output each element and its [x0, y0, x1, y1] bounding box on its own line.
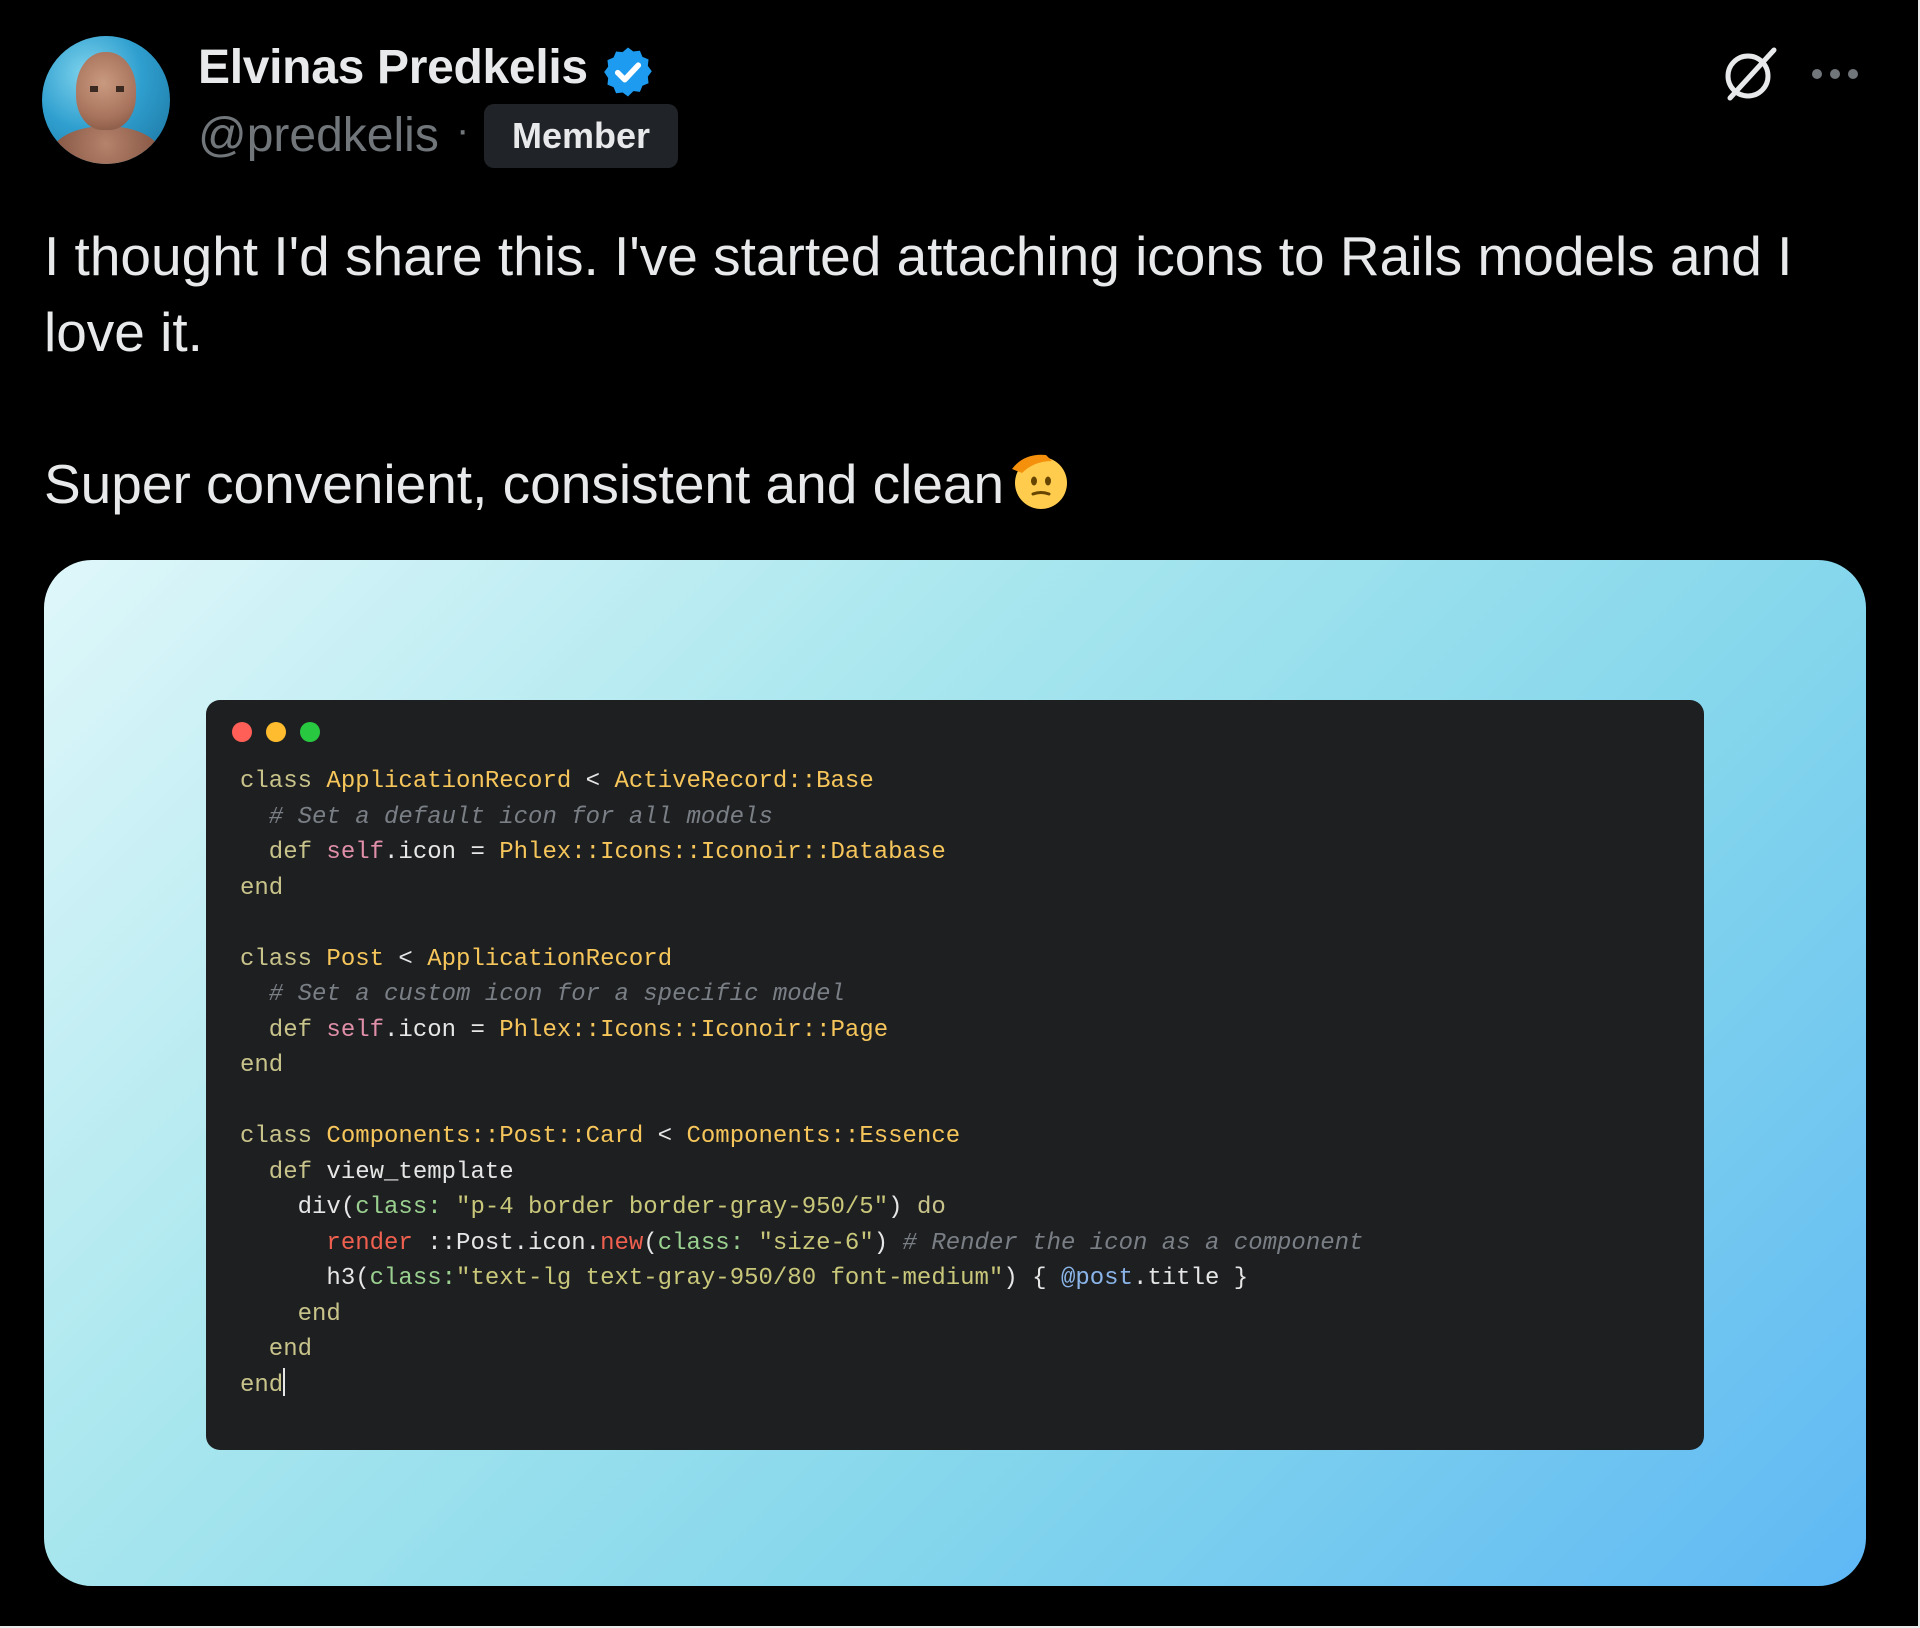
code-line: div(class: "p-4 border border-gray-950/5… [240, 1190, 1363, 1226]
code-token: .title } [1132, 1265, 1249, 1292]
tweet-paragraph-1: I thought I'd share this. I've started a… [44, 225, 1793, 363]
grok-icon[interactable] [1720, 44, 1780, 104]
code-token: Components::Post::Card [326, 1123, 644, 1150]
code-token: ) { [1003, 1265, 1061, 1292]
code-token: def [240, 839, 327, 866]
close-dot-icon [232, 722, 252, 742]
code-token: @post [1060, 1265, 1133, 1292]
code-editor-window: class ApplicationRecord < ActiveRecord::… [206, 700, 1704, 1450]
separator-dot: · [456, 108, 470, 152]
code-token: "text-lg text-gray-950/80 font-medium" [456, 1265, 1004, 1292]
code-token: Phlex::Icons::Iconoir::Page [499, 1016, 889, 1044]
member-badge[interactable]: Member [484, 104, 678, 168]
code-token: class [240, 768, 327, 795]
code-token: Post [326, 945, 385, 973]
code-token: h3( [240, 1265, 370, 1292]
code-token: class: [355, 1194, 442, 1221]
code-token: ) [873, 1229, 903, 1257]
code-token: .icon = [384, 1016, 500, 1044]
code-line: end [240, 1332, 1363, 1368]
code-token: ApplicationRecord [427, 945, 673, 973]
code-token: ( [643, 1229, 658, 1257]
author-handle[interactable]: @predkelis [198, 108, 439, 163]
code-token: # Set a default icon for all models [240, 803, 773, 831]
code-line: end [240, 871, 1363, 907]
code-token: < [643, 1123, 687, 1150]
code-token: self [326, 1016, 385, 1044]
maximize-dot-icon [300, 722, 320, 742]
code-token: class: [369, 1265, 457, 1292]
code-token: < [384, 945, 428, 973]
code-screenshot-media[interactable]: class ApplicationRecord < ActiveRecord::… [44, 560, 1866, 1586]
avatar[interactable] [42, 36, 170, 164]
code-token: ::Post.icon. [412, 1229, 601, 1257]
code-line: def self.icon = Phlex::Icons::Iconoir::P… [240, 1013, 1363, 1049]
code-token: def [240, 1158, 327, 1186]
code-token: do [916, 1194, 946, 1221]
code-token: ApplicationRecord [326, 768, 572, 795]
minimize-dot-icon [266, 722, 286, 742]
avatar-shoulders [50, 126, 162, 164]
code-token: def [240, 1016, 327, 1044]
code-line: render ::Post.icon.new(class: "size-6") … [240, 1226, 1363, 1262]
code-line: end [240, 1297, 1363, 1333]
code-line: end [240, 1367, 1363, 1404]
code-token: end [240, 1371, 284, 1399]
code-line: class Components::Post::Card < Component… [240, 1119, 1363, 1155]
code-token: end [240, 1336, 313, 1363]
code-token: ) [888, 1194, 917, 1221]
tweet-text: I thought I'd share this. I've started a… [44, 218, 1874, 522]
text-cursor [283, 1367, 286, 1396]
code-token: ActiveRecord::Base [614, 768, 874, 795]
code-token: class: [657, 1229, 745, 1257]
code-block: class ApplicationRecord < ActiveRecord::… [240, 764, 1363, 1403]
code-line: h3(class:"text-lg text-gray-950/80 font-… [240, 1261, 1363, 1297]
code-token: class [240, 1123, 327, 1150]
code-token: class [240, 945, 327, 973]
code-line: def self.icon = Phlex::Icons::Iconoir::D… [240, 835, 1363, 871]
author-name[interactable]: Elvinas Predkelis [198, 40, 588, 95]
code-line: class Post < ApplicationRecord [240, 942, 1363, 978]
code-token: end [240, 1300, 341, 1328]
tweet-paragraph-2-text: Super convenient, consistent and clean [44, 453, 1005, 515]
code-token: self [326, 839, 385, 866]
verified-badge-icon [604, 47, 652, 97]
code-line: def view_template [240, 1155, 1363, 1191]
code-token: view_template [326, 1158, 514, 1186]
code-token: new [600, 1229, 644, 1257]
code-token: Components::Essence [686, 1123, 961, 1150]
more-options-icon[interactable] [1810, 54, 1860, 94]
code-token: end [240, 1052, 284, 1079]
code-line: class ApplicationRecord < ActiveRecord::… [240, 764, 1363, 800]
code-token: # Set a custom icon for a specific model [240, 981, 845, 1008]
code-token: Phlex::Icons::Iconoir::Database [499, 839, 946, 866]
code-token: "size-6" [744, 1229, 874, 1257]
code-token: .icon = [384, 839, 500, 866]
saluting-face-emoji-icon [1012, 454, 1068, 509]
code-token: < [571, 768, 615, 795]
code-token: div( [240, 1194, 356, 1221]
code-token: end [240, 874, 284, 902]
code-token: render [240, 1229, 413, 1257]
code-token: # Render the icon as a component [902, 1229, 1364, 1257]
code-line: # Set a default icon for all models [240, 800, 1363, 836]
tweet-paragraph-2: Super convenient, consistent and clean [44, 446, 1874, 522]
code-token: "p-4 border border-gray-950/5" [441, 1194, 889, 1221]
avatar-eyes [90, 86, 124, 92]
tweet-card: Elvinas Predkelis @predkelis · Member I … [0, 0, 1920, 1628]
code-line: end [240, 1048, 1363, 1084]
code-line: # Set a custom icon for a specific model [240, 977, 1363, 1013]
